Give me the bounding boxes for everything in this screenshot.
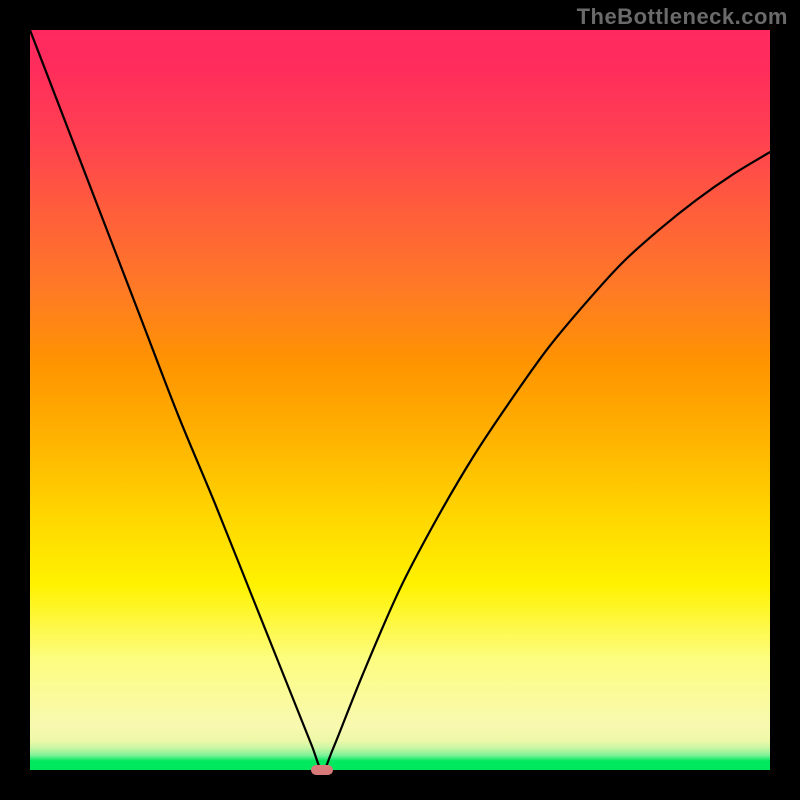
- watermark-text: TheBottleneck.com: [577, 4, 788, 30]
- bottleneck-curve: [30, 30, 770, 770]
- optimal-point-marker: [311, 765, 333, 775]
- plot-area: [30, 30, 770, 770]
- chart-frame: TheBottleneck.com: [0, 0, 800, 800]
- curve-layer: [30, 30, 770, 770]
